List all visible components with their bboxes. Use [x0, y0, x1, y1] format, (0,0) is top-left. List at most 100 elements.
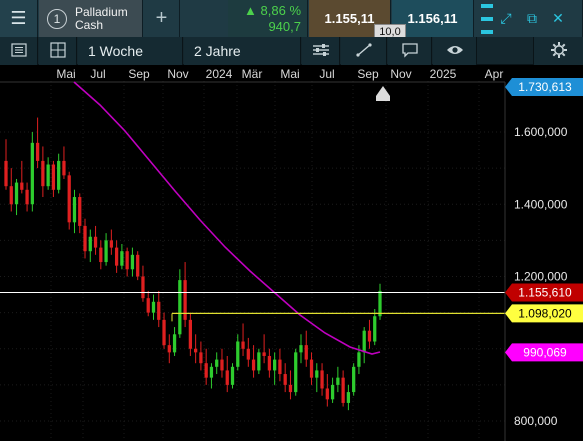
candle-body	[67, 175, 71, 223]
candle-body	[257, 352, 261, 371]
candle-body	[278, 359, 282, 375]
candle-body	[288, 384, 293, 393]
candlestick-chart[interactable]: Mai Jul Sep Nov 2024 Mär Mai Jul Sep Nov 2025 Apr 1…	[0, 65, 583, 441]
candle-body	[93, 236, 98, 248]
x-tick-label: Apr	[485, 67, 504, 81]
candle-body	[172, 334, 177, 353]
candle-body	[330, 384, 335, 400]
add-instrument-button[interactable]: +	[144, 0, 180, 37]
interval-selector[interactable]: 1 Woche	[78, 37, 183, 65]
y-tick-label: 1.200,000	[514, 270, 568, 284]
candle-body	[378, 290, 382, 317]
top-price-tag-text: 1.730,613	[518, 80, 572, 94]
candle-body	[341, 377, 345, 403]
chart-marker-icon	[376, 86, 390, 96]
candle-body	[14, 182, 19, 205]
x-tick-label: 2024	[206, 67, 233, 81]
candle-body	[299, 345, 303, 353]
popout-icon[interactable]: ⧉	[519, 10, 545, 27]
comment-button[interactable]	[388, 37, 432, 65]
list-icon	[10, 42, 27, 60]
spread-badge: 10,0	[374, 24, 406, 38]
candle-body	[30, 142, 34, 205]
indicator-settings-button[interactable]	[302, 37, 340, 65]
candle-body	[57, 160, 61, 190]
candle-body	[125, 251, 129, 270]
candle-body	[109, 240, 113, 248]
window-controls: ⤢ ⧉ ✕	[475, 0, 583, 37]
candle-body	[72, 197, 77, 223]
candle-body	[304, 345, 308, 360]
moving-average-tag: 990,069	[505, 343, 583, 362]
candle-body	[78, 197, 82, 226]
candle-body	[199, 352, 203, 364]
candle-body	[62, 160, 66, 176]
top-bar: ☰ 1 Palladium Cash + ▲ 8,86 % 940,7 1.15…	[0, 0, 583, 38]
x-tick-label: Jul	[319, 67, 334, 81]
candle-body	[204, 363, 208, 378]
candle-body	[367, 330, 372, 342]
gear-icon	[550, 41, 568, 62]
candle-body	[225, 370, 229, 385]
x-tick-label: Nov	[167, 67, 188, 81]
candle-body	[251, 359, 256, 371]
candle-body	[151, 301, 156, 313]
candle-body	[194, 348, 198, 353]
candle-body	[262, 352, 266, 356]
candle-body	[120, 251, 124, 266]
range-selector[interactable]: 2 Jahre	[184, 37, 301, 65]
candle-body	[220, 359, 224, 371]
candle-body	[209, 366, 214, 378]
candle-body	[315, 370, 319, 378]
candle-body	[141, 276, 145, 299]
candle-body	[230, 366, 235, 385]
instrument-number-badge: 1	[47, 8, 67, 29]
candle-body	[352, 366, 356, 393]
candle-body	[178, 280, 182, 335]
price-change: ▲ 8,86 % 940,7	[228, 0, 308, 37]
candle-body	[357, 352, 361, 367]
x-tick-label: Mai	[280, 67, 299, 81]
candle-body	[146, 298, 150, 313]
menu-button[interactable]: ☰	[0, 0, 38, 37]
view-button[interactable]	[433, 37, 477, 65]
candle-body	[88, 236, 92, 252]
level-price-tag: 1.098,020	[505, 304, 583, 323]
level-price-tag-text: 1.098,020	[518, 306, 572, 320]
chart-toolbar: 1 Woche 2 Jahre	[0, 37, 583, 65]
x-tick-label: Mai	[56, 67, 75, 81]
expand-icon[interactable]: ⤢	[493, 10, 519, 27]
y-tick-label: 800,000	[514, 414, 558, 428]
candle-body	[215, 359, 219, 367]
x-tick-label: Sep	[357, 67, 379, 81]
layout-button[interactable]	[39, 37, 77, 65]
candle-body	[336, 377, 340, 385]
x-tick-label: 2025	[430, 67, 457, 81]
candle-body	[320, 370, 324, 389]
drawing-tools-button[interactable]	[341, 37, 387, 65]
chart-marker-base	[376, 96, 390, 101]
grid-layout-icon	[49, 41, 66, 61]
chart-settings-button[interactable]	[533, 37, 583, 65]
candle-body	[9, 186, 13, 205]
eye-icon	[446, 43, 464, 60]
candle-body	[346, 392, 351, 403]
candle-body	[246, 348, 250, 360]
candle-body	[136, 254, 140, 277]
candle-body	[130, 254, 135, 270]
candle-body	[283, 374, 287, 385]
candle-body	[99, 247, 103, 263]
candle-body	[25, 189, 29, 205]
list-button[interactable]	[0, 37, 38, 65]
candle-body	[35, 142, 40, 161]
candle-body	[114, 247, 119, 266]
scroll-indicator[interactable]	[481, 3, 493, 34]
candle-body	[157, 301, 161, 320]
close-icon[interactable]: ✕	[545, 10, 571, 27]
candle-body	[20, 182, 24, 190]
instrument-selector[interactable]: 1 Palladium Cash	[39, 0, 143, 37]
price-chart[interactable]: Mai Jul Sep Nov 2024 Mär Mai Jul Sep Nov 2025 Apr 1…	[0, 65, 583, 441]
candle-body	[167, 345, 171, 353]
current-price-tag-text: 1.155,610	[518, 286, 572, 300]
change-percent: ▲ 8,86 %	[244, 3, 301, 18]
